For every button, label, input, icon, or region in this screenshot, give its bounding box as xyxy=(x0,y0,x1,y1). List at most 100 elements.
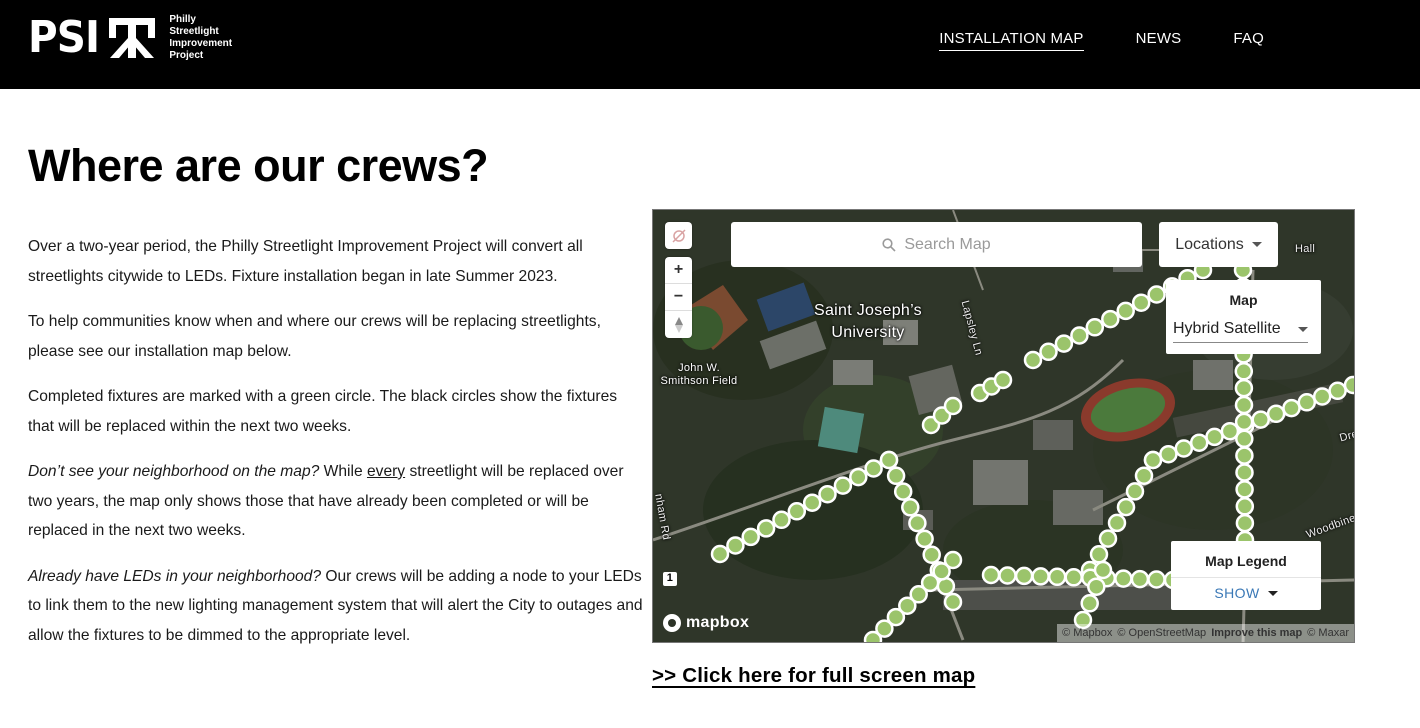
fixture-marker[interactable] xyxy=(1159,444,1178,464)
fixture-marker[interactable] xyxy=(1174,439,1194,458)
fixture-marker[interactable] xyxy=(1116,301,1135,321)
fixture-marker[interactable] xyxy=(1282,398,1301,418)
fixture-marker[interactable] xyxy=(864,459,883,478)
fixture-marker[interactable] xyxy=(1131,293,1151,312)
fixture-marker[interactable] xyxy=(1297,393,1317,412)
fixture-marker[interactable] xyxy=(1087,577,1106,596)
fixture-marker[interactable] xyxy=(1047,567,1067,587)
fixture-marker[interactable] xyxy=(922,545,941,564)
fixture-marker[interactable] xyxy=(1147,570,1166,589)
map-attribution: © Mapbox © OpenStreetMap Improve this ma… xyxy=(1057,624,1354,642)
legend-show-toggle[interactable]: SHOW xyxy=(1171,578,1321,601)
fixture-marker[interactable] xyxy=(993,370,1013,390)
fixture-marker[interactable] xyxy=(818,484,837,504)
legend-show-label: SHOW xyxy=(1214,585,1260,601)
fixture-marker[interactable] xyxy=(787,502,807,521)
fixture-marker[interactable] xyxy=(1098,529,1118,548)
fixture-marker[interactable] xyxy=(849,467,868,487)
zoom-out-button[interactable]: − xyxy=(665,284,692,311)
fixture-marker[interactable] xyxy=(1251,410,1270,429)
nav-installation-map[interactable]: INSTALLATION MAP xyxy=(939,30,1084,51)
fixture-marker[interactable] xyxy=(1125,482,1145,501)
fixture-marker[interactable] xyxy=(1134,466,1154,485)
fixture-marker[interactable] xyxy=(943,592,963,612)
locations-dropdown[interactable]: Locations xyxy=(1159,222,1278,267)
fixture-marker[interactable] xyxy=(833,476,853,495)
fixture-marker[interactable] xyxy=(936,576,956,596)
paragraph-leds: Already have LEDs in your neighborhood? … xyxy=(28,562,643,651)
fixture-marker[interactable] xyxy=(1328,381,1347,401)
fixture-marker[interactable] xyxy=(981,565,1001,585)
fixture-marker[interactable] xyxy=(879,450,899,470)
fixture-marker[interactable] xyxy=(1070,326,1089,345)
nav-news[interactable]: NEWS xyxy=(1136,30,1182,51)
nav-faq[interactable]: FAQ xyxy=(1233,30,1264,51)
map-style-label: Map xyxy=(1229,292,1258,308)
fixture-marker[interactable] xyxy=(802,493,822,512)
fixture-marker[interactable] xyxy=(1235,497,1255,516)
fixture-marker[interactable] xyxy=(1234,412,1254,432)
mapbox-logo[interactable]: mapbox xyxy=(663,614,749,632)
fixture-marker[interactable] xyxy=(1235,480,1254,499)
fixture-marker[interactable] xyxy=(726,536,745,555)
fixture-marker[interactable] xyxy=(710,544,730,564)
label-university: Saint Joseph’s University xyxy=(814,302,922,341)
fixture-marker[interactable] xyxy=(901,498,920,517)
main-nav: INSTALLATION MAP NEWS FAQ xyxy=(887,30,1264,51)
fixture-marker[interactable] xyxy=(1093,560,1113,580)
fixture-marker[interactable] xyxy=(1266,404,1286,424)
attribution-improve[interactable]: Improve this map xyxy=(1211,627,1302,639)
attribution-maxar[interactable]: © Maxar xyxy=(1307,627,1349,639)
map-search-input[interactable]: Search Map xyxy=(731,222,1142,267)
attribution-mapbox[interactable]: © Mapbox xyxy=(1062,627,1112,639)
fixture-marker[interactable] xyxy=(1189,433,1209,452)
fixture-marker[interactable] xyxy=(908,513,927,533)
fixture-marker[interactable] xyxy=(1039,342,1058,362)
fixture-marker[interactable] xyxy=(1101,309,1120,329)
fixture-marker[interactable] xyxy=(1235,446,1254,465)
fixture-marker[interactable] xyxy=(943,550,963,570)
fixture-marker[interactable] xyxy=(1234,378,1254,398)
fixture-marker[interactable] xyxy=(741,527,760,547)
compass-button[interactable] xyxy=(665,311,692,338)
fixture-marker[interactable] xyxy=(998,566,1017,585)
fixture-marker[interactable] xyxy=(1054,334,1074,353)
fixture-marker[interactable] xyxy=(1234,395,1254,415)
fixture-marker[interactable] xyxy=(1130,569,1150,589)
map-style-select[interactable]: Hybrid Satellite xyxy=(1173,320,1308,343)
fixture-marker[interactable] xyxy=(893,482,913,501)
fixture-marker[interactable] xyxy=(1080,594,1099,613)
fixture-marker[interactable] xyxy=(1312,387,1332,406)
route-shield: 1 xyxy=(663,572,677,586)
fixture-marker[interactable] xyxy=(1205,427,1224,447)
map-style-value: Hybrid Satellite xyxy=(1173,320,1281,337)
fixture-marker[interactable] xyxy=(1107,513,1127,533)
geolocate-button[interactable] xyxy=(665,222,692,249)
attribution-osm[interactable]: © OpenStreetMap xyxy=(1117,627,1206,639)
fixture-marker[interactable] xyxy=(1234,362,1254,381)
fixture-marker[interactable] xyxy=(1064,568,1083,587)
fixture-marker[interactable] xyxy=(1089,545,1109,564)
fixture-marker[interactable] xyxy=(756,519,776,538)
fixture-marker[interactable] xyxy=(1085,318,1105,337)
fixture-marker[interactable] xyxy=(1023,350,1043,370)
fixture-marker[interactable] xyxy=(1014,566,1034,586)
fixture-marker[interactable] xyxy=(772,510,791,530)
psi-logo[interactable]: PSI Philly Streetlight Improvement Proje… xyxy=(28,14,232,62)
fixture-marker[interactable] xyxy=(1031,567,1050,586)
fixture-marker[interactable] xyxy=(886,466,906,486)
fixture-marker[interactable] xyxy=(1147,285,1166,304)
fullscreen-map-link[interactable]: >> Click here for full screen map xyxy=(652,664,975,688)
zoom-in-button[interactable]: + xyxy=(665,257,692,284)
fixture-marker[interactable] xyxy=(915,529,934,549)
logo-mark: PSI xyxy=(28,15,157,61)
fixture-marker[interactable] xyxy=(1235,513,1255,533)
fixture-marker[interactable] xyxy=(1143,450,1163,470)
fixture-marker[interactable] xyxy=(1343,375,1355,395)
fixture-marker[interactable] xyxy=(943,396,963,416)
fixture-marker[interactable] xyxy=(1116,497,1136,517)
fixture-marker[interactable] xyxy=(1114,569,1133,588)
installation-map[interactable]: Saint Joseph’s University John W. Smiths… xyxy=(652,209,1355,643)
fixture-marker[interactable] xyxy=(1235,463,1254,482)
fixture-marker[interactable] xyxy=(1235,429,1254,449)
